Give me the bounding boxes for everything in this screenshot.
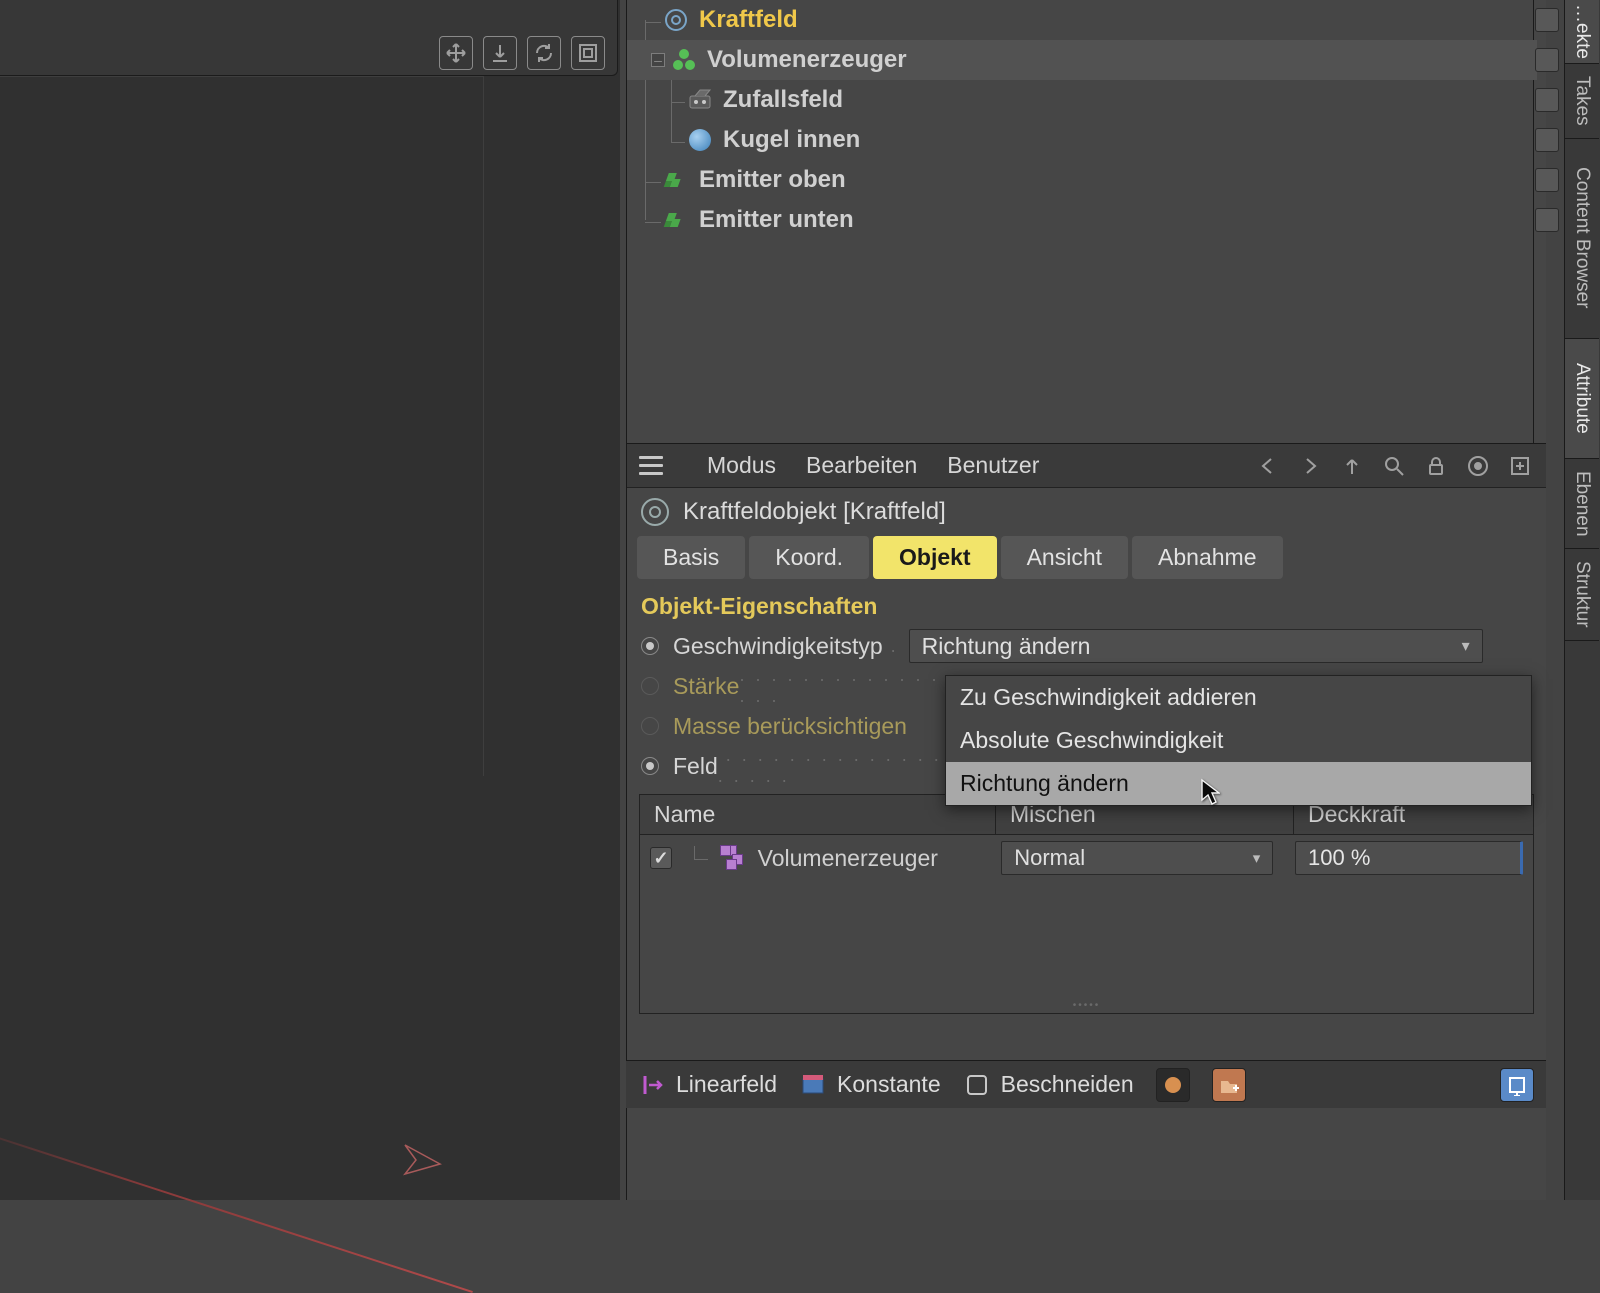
tab-objekt[interactable]: Objekt bbox=[873, 536, 997, 579]
layer-flag[interactable] bbox=[1535, 8, 1559, 32]
linear-icon bbox=[638, 1071, 666, 1099]
cursor-icon bbox=[1200, 778, 1220, 806]
viewport-frame-icon[interactable] bbox=[571, 36, 605, 70]
object-label: Kugel innen bbox=[723, 126, 860, 154]
viewport-drop-icon[interactable] bbox=[483, 36, 517, 70]
vtab-takes[interactable]: Takes bbox=[1565, 64, 1599, 139]
checkbox[interactable]: ✓ bbox=[650, 847, 672, 869]
chevron-down-icon: ▾ bbox=[1462, 636, 1470, 656]
viewport[interactable] bbox=[0, 0, 620, 1200]
section-title: Objekt-Eigenschaften bbox=[627, 579, 1546, 626]
menu-bearbeiten[interactable]: Bearbeiten bbox=[806, 452, 917, 479]
emitter-icon bbox=[663, 167, 689, 193]
expander-icon[interactable]: – bbox=[651, 53, 665, 67]
hamburger-icon[interactable] bbox=[639, 456, 663, 475]
vtab-struktur[interactable]: Struktur bbox=[1565, 549, 1599, 641]
viewport-move-icon[interactable] bbox=[439, 36, 473, 70]
object-label: Kraftfeld bbox=[699, 6, 798, 34]
col-name[interactable]: Name bbox=[640, 795, 996, 834]
target-icon bbox=[641, 498, 669, 526]
radio-icon bbox=[641, 717, 659, 735]
field-name: Volumenerzeuger bbox=[758, 845, 938, 872]
radio-icon[interactable] bbox=[641, 637, 659, 655]
nav-fwd-icon[interactable] bbox=[1296, 452, 1324, 480]
layer-flag[interactable] bbox=[1535, 128, 1559, 152]
volume-icon bbox=[720, 845, 746, 871]
object-label: Emitter oben bbox=[699, 166, 846, 194]
new-window-icon[interactable] bbox=[1506, 452, 1534, 480]
object-manager-panel[interactable]: Kraftfeld ✓ – Volumenerzeuger ✓ Zufallsf… bbox=[626, 0, 1546, 444]
velocity-type-dropdown[interactable]: Richtung ändern ▾ bbox=[909, 629, 1483, 663]
attribute-title: Kraftfeldobjekt [Kraftfeld] bbox=[683, 498, 946, 526]
tree-row-zufallsfeld[interactable]: Zufallsfeld ✓ bbox=[627, 80, 1537, 120]
linearfeld-button[interactable]: Linearfeld bbox=[638, 1071, 777, 1099]
prop-label: Stärke bbox=[673, 673, 739, 700]
solid-layer-button[interactable] bbox=[1156, 1068, 1190, 1102]
tree-row-volumenerzeuger[interactable]: – Volumenerzeuger ✓ bbox=[627, 40, 1537, 80]
layer-flag[interactable] bbox=[1535, 88, 1559, 112]
tab-basis[interactable]: Basis bbox=[637, 536, 745, 579]
radio-icon bbox=[641, 677, 659, 695]
opacity-input[interactable]: 100 % bbox=[1295, 841, 1523, 875]
menu-modus[interactable]: Modus bbox=[707, 452, 776, 479]
tab-abnahme[interactable]: Abnahme bbox=[1132, 536, 1282, 579]
mix-dropdown[interactable]: Normal ▾ bbox=[1001, 841, 1273, 875]
attribute-menu-bar: Modus Bearbeiten Benutzer bbox=[627, 444, 1546, 488]
record-icon[interactable] bbox=[1464, 452, 1492, 480]
prop-geschwindigkeitstyp: Geschwindigkeitstyp . Richtung ändern ▾ bbox=[627, 626, 1546, 666]
radio-icon[interactable] bbox=[641, 757, 659, 775]
velocity-dropdown-popup: Zu Geschwindigkeit addieren Absolute Ges… bbox=[945, 675, 1532, 806]
vtab-attribute[interactable]: Attribute bbox=[1565, 339, 1599, 459]
vtab-objekte[interactable]: …ekte bbox=[1565, 0, 1599, 64]
prop-label: Masse berücksichtigen bbox=[673, 713, 907, 740]
dropdown-option[interactable]: Zu Geschwindigkeit addieren bbox=[946, 676, 1531, 719]
sphere-icon bbox=[687, 127, 713, 153]
prop-label: Geschwindigkeitstyp bbox=[673, 633, 883, 660]
beschneiden-button[interactable]: Beschneiden bbox=[963, 1071, 1134, 1099]
dropdown-option[interactable]: Absolute Geschwindigkeit bbox=[946, 719, 1531, 762]
volgen-icon bbox=[671, 47, 697, 73]
chevron-down-icon: ▾ bbox=[1253, 849, 1261, 867]
target-icon bbox=[663, 7, 689, 33]
field-list-table[interactable]: Name Mischen Deckkraft ✓ Volumenerzeuger… bbox=[639, 794, 1534, 1014]
dropdown-value: Richtung ändern bbox=[922, 633, 1091, 660]
field-row[interactable]: ✓ Volumenerzeuger Normal ▾ 100 % bbox=[640, 835, 1533, 881]
prop-label: Feld bbox=[673, 753, 718, 780]
tree-row-emitter-oben[interactable]: Emitter oben ✓ bbox=[627, 160, 1537, 200]
attribute-tabs: Basis Koord. Objekt Ansicht Abnahme bbox=[627, 536, 1546, 579]
layer-flag[interactable] bbox=[1535, 48, 1559, 72]
object-label: Zufallsfeld bbox=[723, 86, 843, 114]
emitter-icon bbox=[663, 207, 689, 233]
constant-icon bbox=[799, 1071, 827, 1099]
field-output-button[interactable] bbox=[1500, 1068, 1534, 1102]
tab-koord[interactable]: Koord. bbox=[749, 536, 869, 579]
layer-flag[interactable] bbox=[1535, 168, 1559, 192]
object-label: Emitter unten bbox=[699, 206, 854, 234]
konstante-button[interactable]: Konstante bbox=[799, 1071, 941, 1099]
clip-icon bbox=[963, 1071, 991, 1099]
vtab-content-browser[interactable]: Content Browser bbox=[1565, 139, 1599, 339]
tree-row-kugel-innen[interactable]: Kugel innen ✓ bbox=[627, 120, 1537, 160]
menu-benutzer[interactable]: Benutzer bbox=[947, 452, 1039, 479]
lock-icon[interactable] bbox=[1422, 452, 1450, 480]
tree-row-emitter-unten[interactable]: Emitter unten ✓ bbox=[627, 200, 1537, 240]
object-label: Volumenerzeuger bbox=[707, 46, 907, 74]
vtab-ebenen[interactable]: Ebenen bbox=[1565, 459, 1599, 550]
tree-row-kraftfeld[interactable]: Kraftfeld ✓ bbox=[627, 0, 1537, 40]
search-icon[interactable] bbox=[1380, 452, 1408, 480]
attribute-header: Kraftfeldobjekt [Kraftfeld] bbox=[627, 488, 1546, 536]
layer-flag[interactable] bbox=[1535, 208, 1559, 232]
vertical-tab-strip: …ekte Takes Content Browser Attribute Eb… bbox=[1564, 0, 1600, 1200]
resize-grip[interactable]: ••••• bbox=[1073, 1000, 1101, 1011]
tab-ansicht[interactable]: Ansicht bbox=[1001, 536, 1128, 579]
nav-up-icon[interactable] bbox=[1338, 452, 1366, 480]
dropdown-option[interactable]: Richtung ändern bbox=[946, 762, 1531, 805]
viewport-refresh-icon[interactable] bbox=[527, 36, 561, 70]
nav-back-icon[interactable] bbox=[1254, 452, 1282, 480]
random-icon bbox=[687, 87, 713, 113]
folder-add-button[interactable] bbox=[1212, 1068, 1246, 1102]
field-toolbar: Linearfeld Konstante Beschneiden bbox=[626, 1060, 1546, 1108]
